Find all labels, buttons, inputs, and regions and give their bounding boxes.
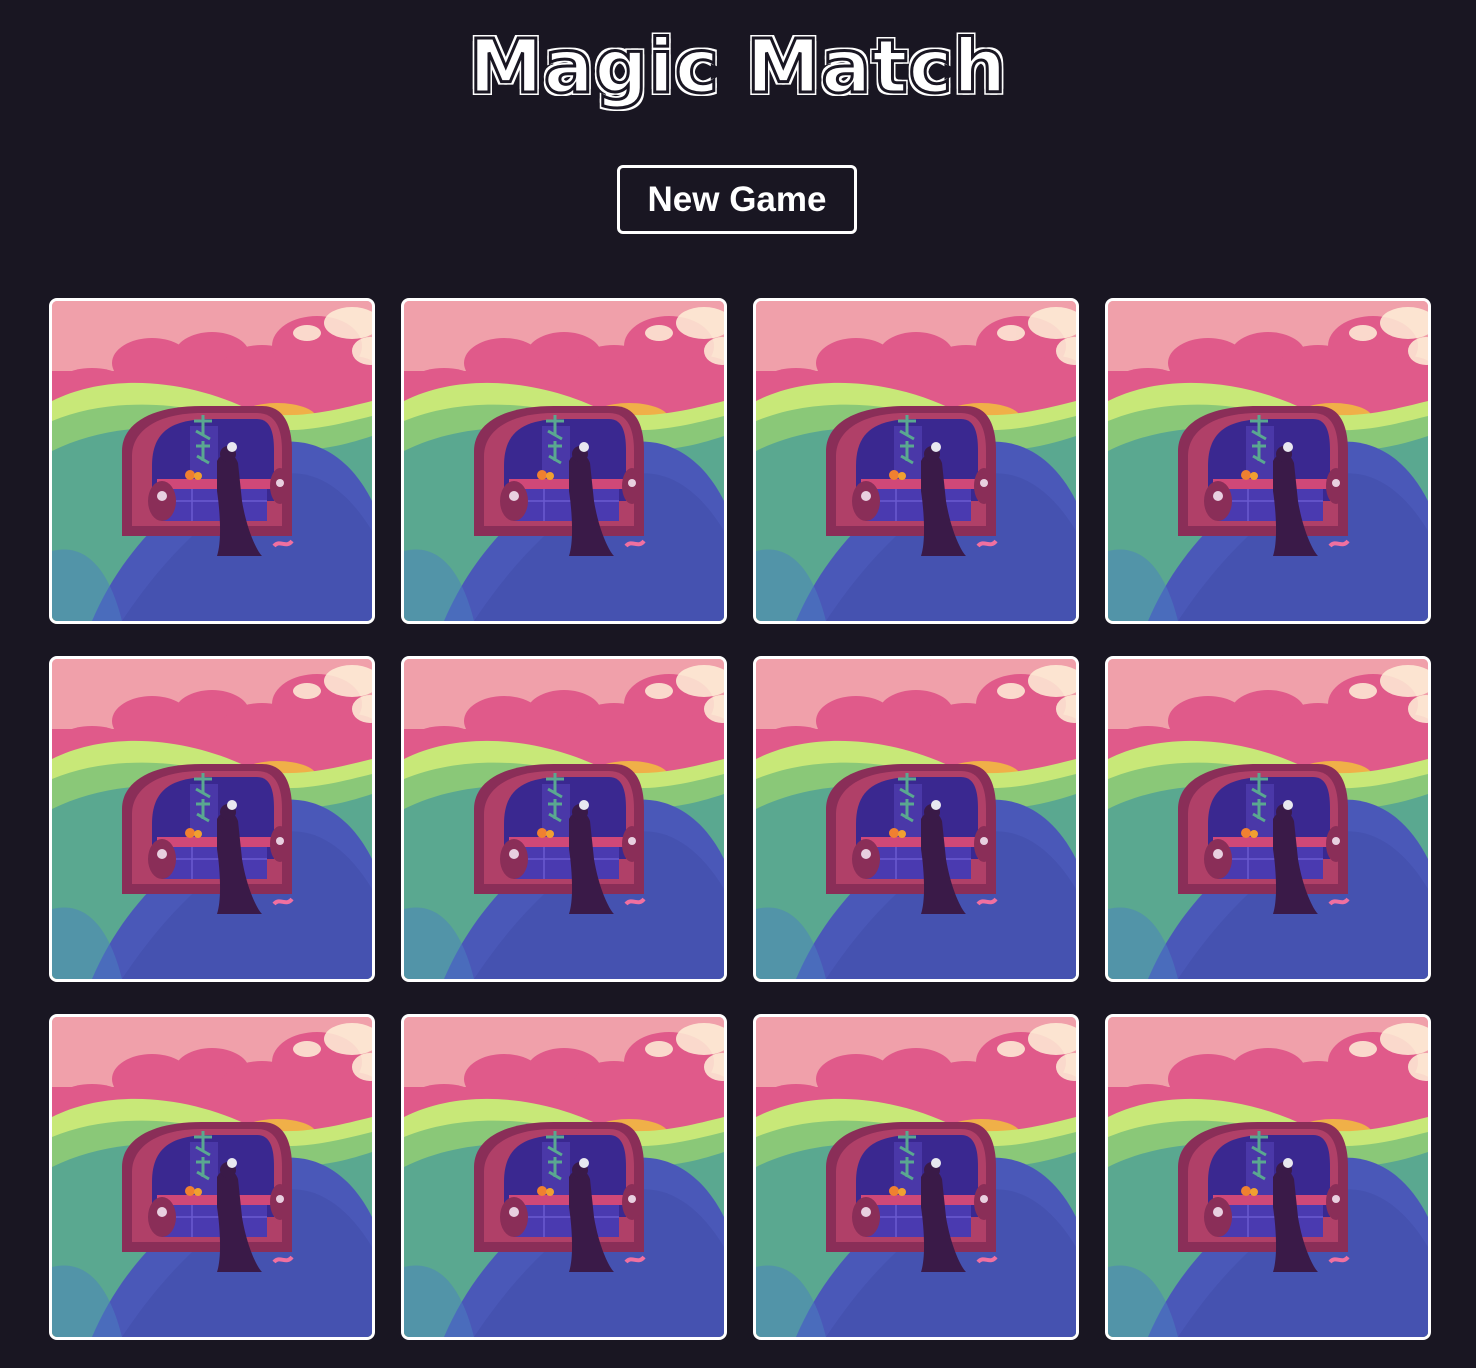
card-back-art xyxy=(404,301,724,621)
memory-card[interactable] xyxy=(401,656,727,982)
card-back-art xyxy=(756,301,1076,621)
card-back-art xyxy=(404,659,724,979)
game-title: Magic Match xyxy=(467,23,1008,112)
memory-card[interactable] xyxy=(753,298,1079,624)
card-back-art xyxy=(404,1017,724,1337)
card-back-art xyxy=(756,659,1076,979)
memory-card[interactable] xyxy=(1105,298,1431,624)
memory-card[interactable] xyxy=(1105,656,1431,982)
new-game-button[interactable]: New Game xyxy=(617,165,857,234)
card-back-art xyxy=(52,1017,372,1337)
card-back-art xyxy=(756,1017,1076,1337)
card-grid xyxy=(49,298,1432,1340)
memory-card[interactable] xyxy=(1105,1014,1431,1340)
card-back-art xyxy=(1108,659,1428,979)
memory-card[interactable] xyxy=(49,656,375,982)
memory-card[interactable] xyxy=(401,1014,727,1340)
memory-card[interactable] xyxy=(753,1014,1079,1340)
card-back-art xyxy=(1108,301,1428,621)
card-back-art xyxy=(52,301,372,621)
memory-card[interactable] xyxy=(753,656,1079,982)
card-back-art xyxy=(52,659,372,979)
memory-card[interactable] xyxy=(401,298,727,624)
memory-card[interactable] xyxy=(49,298,375,624)
memory-card[interactable] xyxy=(49,1014,375,1340)
card-back-art xyxy=(1108,1017,1428,1337)
